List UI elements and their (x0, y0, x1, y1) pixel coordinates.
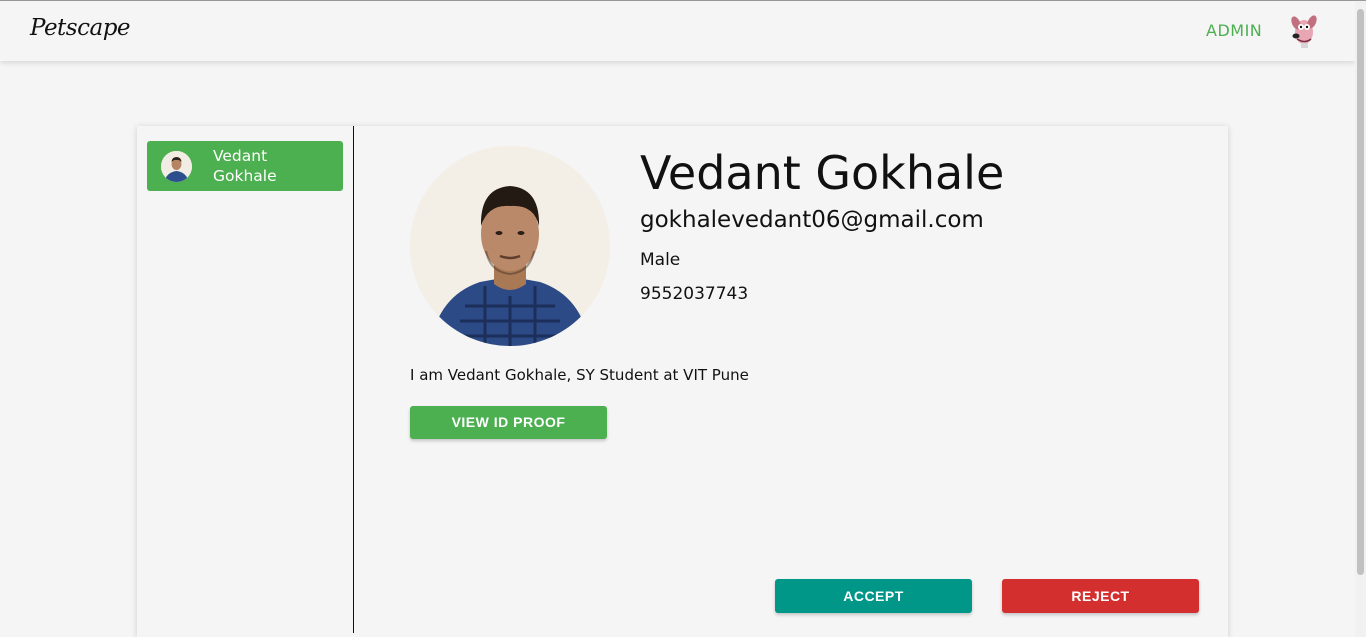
view-id-proof-button[interactable]: VIEW ID PROOF (410, 406, 607, 439)
admin-link[interactable]: ADMIN (1206, 21, 1262, 40)
user-review-card: Vedant Gokhale Vedant Gokhale gokhaleved… (137, 126, 1228, 637)
profile-name: Vedant Gokhale (640, 146, 1005, 200)
page-scrollbar-thumb[interactable] (1357, 9, 1364, 575)
profile-gender: Male (640, 250, 681, 270)
user-list-item-name: Vedant Gokhale (213, 147, 277, 185)
accept-button[interactable]: ACCEPT (775, 579, 972, 613)
user-avatar (161, 151, 192, 182)
profile-email: gokhalevedant06@gmail.com (640, 207, 984, 233)
reject-button[interactable]: REJECT (1002, 579, 1199, 613)
cartoon-dog-avatar-icon[interactable] (1283, 10, 1323, 50)
user-list-sidebar: Vedant Gokhale (137, 126, 354, 633)
profile-bio: I am Vedant Gokhale, SY Student at VIT P… (410, 366, 749, 384)
brand-logo[interactable]: Petscape (30, 15, 131, 41)
top-navbar: Petscape ADMIN (0, 1, 1355, 61)
user-list-item[interactable]: Vedant Gokhale (147, 141, 343, 191)
profile-phone: 9552037743 (640, 284, 749, 304)
profile-photo (410, 146, 610, 346)
